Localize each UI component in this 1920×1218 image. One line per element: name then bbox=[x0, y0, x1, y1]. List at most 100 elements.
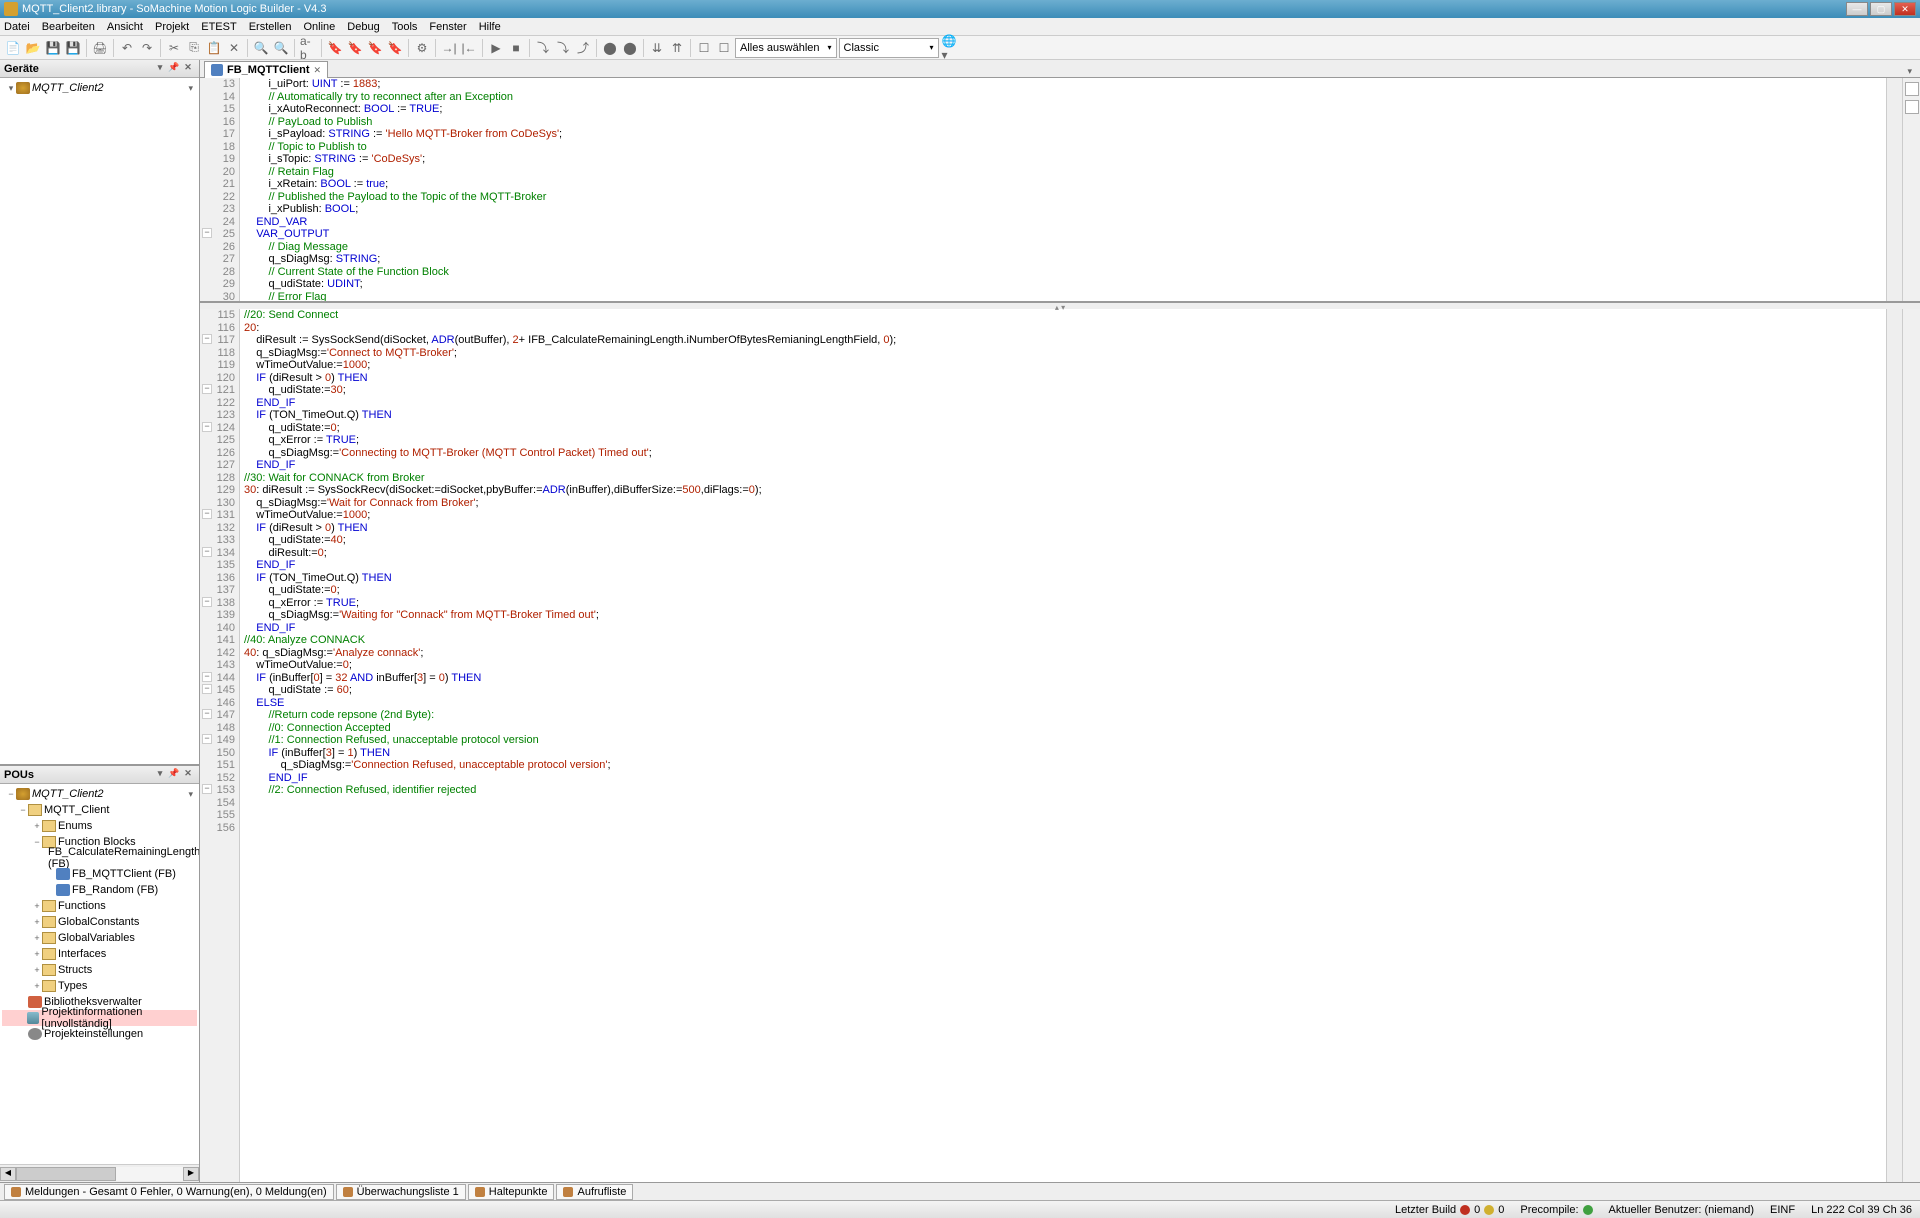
tree-item-label[interactable]: Projekteinstellungen bbox=[44, 1028, 143, 1040]
panel-close-icon[interactable]: ✕ bbox=[181, 768, 195, 782]
cut-icon[interactable]: ✂ bbox=[165, 39, 183, 57]
build-icon[interactable]: ⚙ bbox=[413, 39, 431, 57]
menu-online[interactable]: Online bbox=[303, 21, 335, 33]
menu-hilfe[interactable]: Hilfe bbox=[479, 21, 501, 33]
tree-item-label[interactable]: Structs bbox=[58, 964, 92, 976]
select-all-icon[interactable]: ☐ bbox=[695, 39, 713, 57]
callstack-tab[interactable]: Aufrufliste bbox=[556, 1184, 633, 1200]
redo-icon[interactable]: ↷ bbox=[138, 39, 156, 57]
menu-tools[interactable]: Tools bbox=[392, 21, 418, 33]
bookmark-prev-icon[interactable]: 🔖 bbox=[366, 39, 384, 57]
tree-item-label[interactable]: Functions bbox=[58, 900, 106, 912]
delete-icon[interactable]: ✕ bbox=[225, 39, 243, 57]
status-insert-mode: EINF bbox=[1770, 1204, 1795, 1216]
stop-icon[interactable]: ■ bbox=[507, 39, 525, 57]
breakpoints-tab-label: Haltepunkte bbox=[489, 1186, 548, 1198]
breakpoint-toggle-icon[interactable]: ⬤ bbox=[621, 39, 639, 57]
messages-tab[interactable]: Meldungen - Gesamt 0 Fehler, 0 Warnung(e… bbox=[4, 1184, 334, 1200]
step-into-icon[interactable]: ⤵ bbox=[554, 39, 572, 57]
tree-item-label[interactable]: Enums bbox=[58, 820, 92, 832]
menu-erstellen[interactable]: Erstellen bbox=[249, 21, 292, 33]
tabs-dropdown-icon[interactable]: ▾ bbox=[1903, 66, 1916, 77]
left-hscroll[interactable]: ◀▶ bbox=[0, 1164, 199, 1182]
new-icon[interactable]: 📄 bbox=[4, 39, 22, 57]
login-icon[interactable]: →| bbox=[440, 39, 458, 57]
open-icon[interactable]: 📂 bbox=[24, 39, 42, 57]
replace-icon[interactable]: a-b bbox=[299, 39, 317, 57]
panel-close-icon[interactable]: ✕ bbox=[181, 62, 195, 76]
menu-projekt[interactable]: Projekt bbox=[155, 21, 189, 33]
pous-tree[interactable]: −MQTT_Client2▾ −MQTT_Client +Enums −Func… bbox=[0, 784, 199, 1164]
paste-icon[interactable]: 📋 bbox=[205, 39, 223, 57]
menu-ansicht[interactable]: Ansicht bbox=[107, 21, 143, 33]
menu-debug[interactable]: Debug bbox=[347, 21, 379, 33]
print-icon[interactable]: 🖨 bbox=[91, 39, 109, 57]
copy-icon[interactable]: ⎘ bbox=[185, 39, 203, 57]
decl-view-text-icon[interactable] bbox=[1905, 82, 1919, 96]
menu-fenster[interactable]: Fenster bbox=[429, 21, 466, 33]
tree-item-label[interactable]: FB_CalculateRemainingLength (FB) bbox=[48, 846, 199, 870]
breakpoint-icon[interactable]: ⬤ bbox=[601, 39, 619, 57]
tree-item-label[interactable]: Types bbox=[58, 980, 87, 992]
tab-close-icon[interactable]: ✕ bbox=[314, 65, 322, 76]
tree-item-label[interactable]: GlobalVariables bbox=[58, 932, 135, 944]
maximize-button[interactable]: ▢ bbox=[1870, 2, 1892, 16]
deselect-icon[interactable]: ☐ bbox=[715, 39, 733, 57]
undo-icon[interactable]: ↶ bbox=[118, 39, 136, 57]
globe-icon[interactable]: 🌐▾ bbox=[941, 39, 959, 57]
status-bar: Letzter Build 0 0 Precompile: Aktueller … bbox=[0, 1200, 1920, 1218]
selection-dropdown[interactable]: Alles auswählen bbox=[735, 38, 837, 58]
minimize-button[interactable]: — bbox=[1846, 2, 1868, 16]
watchlist-tab[interactable]: Überwachungsliste 1 bbox=[336, 1184, 466, 1200]
status-warn-icon bbox=[1484, 1205, 1494, 1215]
breakpoints-tab[interactable]: Haltepunkte bbox=[468, 1184, 555, 1200]
bookmark-clear-icon[interactable]: 🔖 bbox=[386, 39, 404, 57]
tree-root-label[interactable]: MQTT_Client2 bbox=[32, 82, 104, 94]
tree-item-label[interactable]: GlobalConstants bbox=[58, 916, 139, 928]
step-out-icon[interactable]: ⤴ bbox=[574, 39, 592, 57]
devices-panel: Geräte ▾ 📌 ✕ ▾MQTT_Client2▾ bbox=[0, 60, 199, 764]
save-all-icon[interactable]: 💾 bbox=[64, 39, 82, 57]
status-user: Aktueller Benutzer: (niemand) bbox=[1609, 1204, 1755, 1216]
close-button[interactable]: ✕ bbox=[1894, 2, 1916, 16]
tree-item-label[interactable]: Interfaces bbox=[58, 948, 106, 960]
decl-view-table-icon[interactable] bbox=[1905, 100, 1919, 114]
menu-bar: Datei Bearbeiten Ansicht Projekt ETEST E… bbox=[0, 18, 1920, 36]
declaration-editor[interactable]: 131415161718192021222324252627282930 i_u… bbox=[200, 78, 1920, 303]
bookmark-next-icon[interactable]: 🔖 bbox=[346, 39, 364, 57]
devices-tree[interactable]: ▾MQTT_Client2▾ bbox=[0, 78, 199, 764]
decl-vscroll[interactable] bbox=[1886, 78, 1902, 301]
menu-bearbeiten[interactable]: Bearbeiten bbox=[42, 21, 95, 33]
status-cursor-pos: Ln 222 Col 39 Ch 36 bbox=[1811, 1204, 1912, 1216]
theme-dropdown[interactable]: Classic bbox=[839, 38, 939, 58]
bookmark-icon[interactable]: 🔖 bbox=[326, 39, 344, 57]
tree-item-label[interactable]: FB_Random (FB) bbox=[72, 884, 158, 896]
watchlist-icon bbox=[343, 1187, 353, 1197]
unforce-icon[interactable]: ⇈ bbox=[668, 39, 686, 57]
panel-dropdown-icon[interactable]: ▾ bbox=[153, 768, 167, 782]
tab-fb-mqttclient[interactable]: FB_MQTTClient ✕ bbox=[204, 61, 328, 78]
tree-item-label[interactable]: MQTT_Client2 bbox=[32, 788, 104, 800]
main-toolbar: 📄 📂 💾 💾 🖨 ↶ ↷ ✂ ⎘ 📋 ✕ 🔍 🔍 a-b 🔖 🔖 🔖 🔖 ⚙ … bbox=[0, 36, 1920, 60]
panel-pin-icon[interactable]: 📌 bbox=[167, 62, 181, 76]
implementation-editor[interactable]: 1151161171181191201211221231241251261271… bbox=[200, 309, 1920, 1182]
tab-fb-icon bbox=[211, 64, 223, 76]
find-icon[interactable]: 🔍 bbox=[252, 39, 270, 57]
tree-item-label[interactable]: MQTT_Client bbox=[44, 804, 109, 816]
impl-vscroll[interactable] bbox=[1886, 309, 1902, 1182]
status-precompile-label: Precompile: bbox=[1520, 1204, 1578, 1216]
panel-dropdown-icon[interactable]: ▾ bbox=[153, 62, 167, 76]
breakpoints-icon bbox=[475, 1187, 485, 1197]
menu-datei[interactable]: Datei bbox=[4, 21, 30, 33]
callstack-tab-label: Aufrufliste bbox=[577, 1186, 626, 1198]
menu-etest[interactable]: ETEST bbox=[201, 21, 236, 33]
save-icon[interactable]: 💾 bbox=[44, 39, 62, 57]
logout-icon[interactable]: |← bbox=[460, 39, 478, 57]
tree-item-label[interactable]: FB_MQTTClient (FB) bbox=[72, 868, 176, 880]
start-icon[interactable]: ▶ bbox=[487, 39, 505, 57]
panel-pin-icon[interactable]: 📌 bbox=[167, 768, 181, 782]
step-over-icon[interactable]: ⤵ bbox=[534, 39, 552, 57]
force-icon[interactable]: ⇊ bbox=[648, 39, 666, 57]
find-next-icon[interactable]: 🔍 bbox=[272, 39, 290, 57]
tree-item-label[interactable]: Projektinformationen [unvollständig] bbox=[41, 1006, 197, 1030]
